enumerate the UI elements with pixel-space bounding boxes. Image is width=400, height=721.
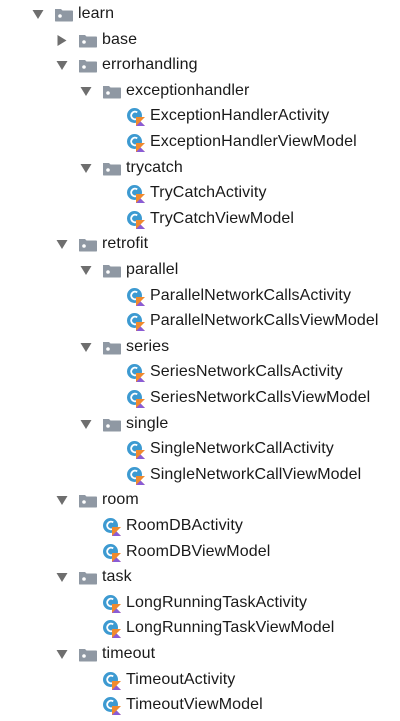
tree-file-row[interactable]: LongRunningTaskViewModel (0, 616, 400, 641)
kotlin-class-icon (103, 671, 121, 690)
expanded-arrow-icon[interactable] (56, 495, 68, 506)
package-folder-icon (103, 162, 121, 176)
kotlin-class-icon (127, 313, 145, 332)
package-folder-icon (79, 495, 97, 508)
tree-folder-row[interactable]: task (0, 565, 400, 590)
package-name: learn (78, 5, 115, 22)
kotlin-class-icon (127, 134, 145, 152)
class-name: SingleNetworkCallActivity (150, 440, 334, 458)
project-tree: learn base errorhandling exceptionhandler Ex… (0, 0, 400, 721)
package-name: timeout (102, 645, 156, 662)
tree-folder-row[interactable]: parallel (0, 258, 400, 283)
class-name: ParallelNetworkCallsViewModel (150, 312, 379, 330)
package-folder-icon (79, 34, 97, 48)
tree-file-row[interactable]: ParallelNetworkCallsViewModel (0, 309, 400, 334)
kotlin-class-icon (127, 441, 145, 460)
tree-folder-row[interactable]: room (0, 488, 400, 513)
package-name: base (102, 30, 138, 48)
tree-file-row[interactable]: ParallelNetworkCallsActivity (0, 284, 400, 309)
kotlin-class-icon (103, 620, 121, 639)
package-name: errorhandling (102, 56, 198, 74)
class-name: LongRunningTaskActivity (126, 593, 308, 611)
tree-folder-row[interactable]: learn (0, 2, 400, 27)
package-folder-icon (79, 60, 97, 73)
tree-file-row[interactable]: SeriesNetworkCallsViewModel (0, 386, 400, 411)
package-name: task (102, 568, 132, 586)
tree-folder-row[interactable]: single (0, 412, 400, 437)
kotlin-class-icon (127, 185, 145, 204)
class-name: RoomDBViewModel (126, 542, 271, 560)
package-folder-icon (55, 9, 73, 22)
tree-file-row[interactable]: ExceptionHandlerActivity (0, 104, 400, 129)
class-name: TimeoutActivity (126, 670, 236, 688)
tree-file-row[interactable]: TimeoutActivity (0, 668, 400, 693)
class-name: RoomDBActivity (126, 517, 243, 534)
tree-file-row[interactable]: TimeoutViewModel (0, 693, 400, 718)
expanded-arrow-icon[interactable] (32, 9, 44, 20)
class-name: TimeoutViewModel (126, 696, 263, 714)
package-name: room (102, 491, 139, 509)
package-name: parallel (126, 261, 179, 278)
tree-file-row[interactable]: SeriesNetworkCallsActivity (0, 360, 400, 385)
class-name: ParallelNetworkCallsActivity (150, 286, 352, 304)
package-folder-icon (79, 572, 97, 585)
expanded-arrow-icon[interactable] (80, 86, 92, 97)
kotlin-class-icon (103, 543, 121, 562)
tree-folder-row[interactable]: exceptionhandler (0, 79, 400, 104)
class-name: LongRunningTaskViewModel (126, 619, 335, 637)
class-name: SeriesNetworkCallsActivity (150, 363, 343, 381)
kotlin-class-icon (127, 364, 145, 383)
kotlin-class-icon (103, 594, 121, 613)
package-folder-icon (103, 85, 121, 99)
package-name: exceptionhandler (126, 81, 250, 99)
kotlin-class-icon (127, 287, 145, 306)
package-folder-icon (79, 649, 97, 662)
tree-folder-row[interactable]: timeout (0, 642, 400, 667)
tree-file-row[interactable]: SingleNetworkCallActivity (0, 437, 400, 462)
expanded-arrow-icon[interactable] (80, 419, 92, 430)
kotlin-class-icon (127, 108, 145, 127)
kotlin-class-icon (127, 210, 145, 229)
class-name: TryCatchViewModel (150, 209, 294, 227)
tree-file-row[interactable]: TryCatchViewModel (0, 207, 400, 232)
expanded-arrow-icon[interactable] (80, 265, 92, 276)
expanded-arrow-icon[interactable] (80, 163, 92, 174)
tree-file-row[interactable]: RoomDBActivity (0, 514, 400, 539)
tree-file-row[interactable]: RoomDBViewModel (0, 540, 400, 565)
tree-folder-row[interactable]: base (0, 28, 400, 53)
kotlin-class-icon (103, 697, 121, 716)
tree-file-row[interactable]: LongRunningTaskActivity (0, 591, 400, 616)
package-name: trycatch (126, 158, 183, 176)
class-name: ExceptionHandlerViewModel (150, 133, 357, 150)
package-folder-icon (103, 341, 121, 355)
tree-folder-row[interactable]: trycatch (0, 156, 400, 181)
package-name: single (126, 414, 169, 432)
package-folder-icon (103, 418, 121, 432)
tree-file-row[interactable]: ExceptionHandlerViewModel (0, 130, 400, 155)
expanded-arrow-icon[interactable] (56, 239, 68, 250)
tree-folder-row[interactable]: retrofit (0, 232, 400, 257)
tree-file-row[interactable]: TryCatchActivity (0, 181, 400, 206)
tree-file-row[interactable]: SingleNetworkCallViewModel (0, 463, 400, 488)
kotlin-class-icon (103, 518, 121, 536)
tree-folder-row[interactable]: errorhandling (0, 53, 400, 78)
collapsed-arrow-icon[interactable] (56, 34, 68, 46)
kotlin-class-icon (127, 390, 145, 408)
tree-folder-row[interactable]: series (0, 335, 400, 360)
package-folder-icon (103, 265, 121, 278)
package-name: retrofit (102, 235, 149, 253)
package-folder-icon (79, 239, 97, 252)
expanded-arrow-icon[interactable] (80, 342, 92, 353)
package-name: series (126, 337, 170, 355)
class-name: TryCatchActivity (150, 184, 267, 202)
class-name: ExceptionHandlerActivity (150, 107, 330, 125)
expanded-arrow-icon[interactable] (56, 572, 68, 583)
class-name: SeriesNetworkCallsViewModel (150, 389, 371, 406)
kotlin-class-icon (127, 466, 145, 485)
expanded-arrow-icon[interactable] (56, 60, 68, 71)
class-name: SingleNetworkCallViewModel (150, 465, 362, 483)
expanded-arrow-icon[interactable] (56, 649, 68, 660)
